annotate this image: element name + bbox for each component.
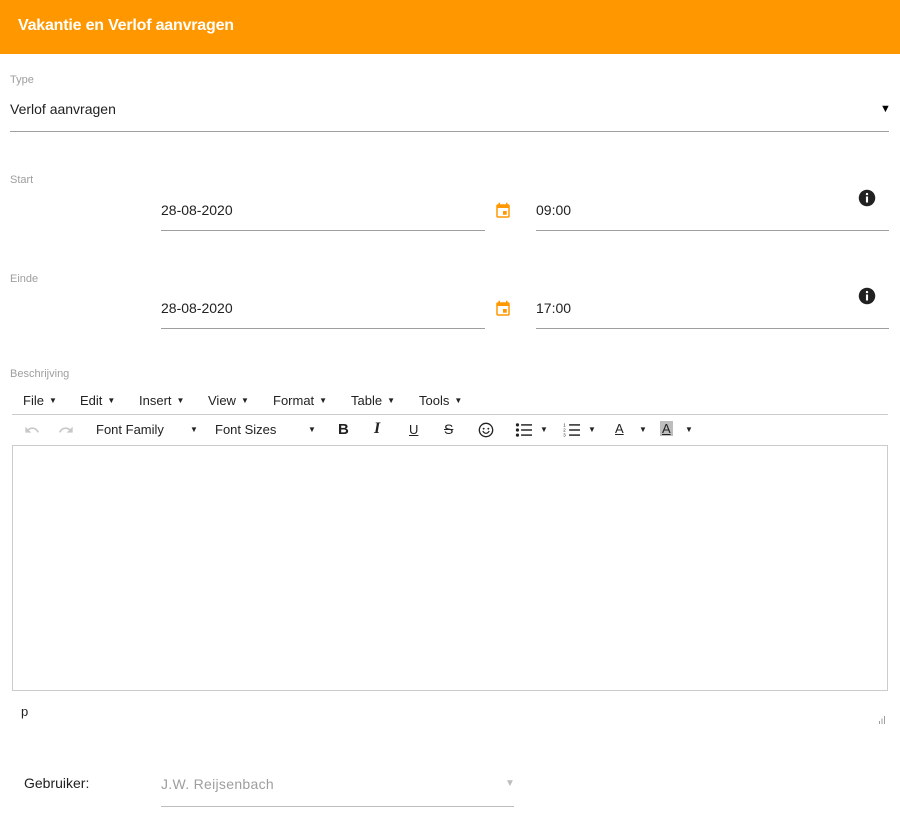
editor-menubar: File ▼ Edit ▼ Insert ▼ View ▼ Format ▼ Table ▼… <box>12 389 888 415</box>
start-time-input[interactable]: 09:00 <box>536 202 571 218</box>
end-time-underline <box>536 328 889 329</box>
end-date-underline <box>161 328 485 329</box>
chevron-down-icon[interactable]: ▼ <box>540 425 548 434</box>
user-select-value[interactable]: J.W. Reijsenbach <box>161 776 274 792</box>
menu-tools[interactable]: Tools ▼ <box>419 393 462 408</box>
font-family-select[interactable]: Font Family <box>96 422 164 437</box>
calendar-icon[interactable] <box>494 202 512 220</box>
chevron-down-icon: ▼ <box>454 396 463 405</box>
strikethrough-icon[interactable]: S <box>444 421 453 437</box>
end-date-input[interactable]: 28-08-2020 <box>161 300 233 316</box>
chevron-down-icon[interactable]: ▼ <box>190 425 198 434</box>
app-header: Vakantie en Verlof aanvragen <box>0 0 900 54</box>
numbered-list-icon[interactable]: 1 2 3 <box>563 422 581 438</box>
type-underline <box>10 131 889 132</box>
description-label: Beschrijving <box>10 368 70 380</box>
resize-handle-icon[interactable] <box>876 714 886 724</box>
menu-insert[interactable]: Insert ▼ <box>139 393 184 408</box>
type-dropdown-arrow-icon[interactable]: ▼ <box>880 103 891 115</box>
start-time-underline <box>536 230 889 231</box>
editor-toolbar: Font Family ▼ Font Sizes ▼ B I U S ▼ 1 2… <box>12 416 888 444</box>
chevron-down-icon[interactable]: ▼ <box>685 425 693 434</box>
end-label: Einde <box>10 273 39 285</box>
start-date-input[interactable]: 28-08-2020 <box>161 202 233 218</box>
info-icon[interactable] <box>858 287 876 305</box>
chevron-down-icon[interactable]: ▼ <box>588 425 596 434</box>
menu-tools-label: Tools <box>419 393 450 408</box>
menu-table-label: Table <box>351 393 383 408</box>
start-date-underline <box>161 230 485 231</box>
bullet-list-icon[interactable] <box>515 422 533 438</box>
svg-text:2: 2 <box>563 427 566 432</box>
menu-table[interactable]: Table ▼ <box>351 393 395 408</box>
info-icon[interactable] <box>858 189 876 207</box>
chevron-down-icon[interactable]: ▼ <box>308 425 316 434</box>
menu-view[interactable]: View ▼ <box>208 393 249 408</box>
menu-edit-label: Edit <box>80 393 103 408</box>
menu-view-label: View <box>208 393 236 408</box>
chevron-down-icon: ▼ <box>48 396 57 405</box>
font-sizes-select[interactable]: Font Sizes <box>215 422 276 437</box>
svg-text:3: 3 <box>563 433 566 438</box>
underline-icon[interactable]: U <box>409 422 418 437</box>
editor-element-path[interactable]: p <box>21 704 28 719</box>
menu-edit[interactable]: Edit ▼ <box>80 393 115 408</box>
user-label: Gebruiker: <box>24 775 90 791</box>
end-time-input[interactable]: 17:00 <box>536 300 571 316</box>
type-label: Type <box>10 74 34 86</box>
page-title: Vakantie en Verlof aanvragen <box>18 17 234 34</box>
menu-format[interactable]: Format ▼ <box>273 393 327 408</box>
bold-icon[interactable]: B <box>338 421 349 438</box>
rich-text-editor-area[interactable] <box>12 445 888 691</box>
redo-icon[interactable] <box>58 422 74 438</box>
italic-icon[interactable]: I <box>374 420 380 438</box>
svg-text:1: 1 <box>563 422 566 427</box>
chevron-down-icon: ▼ <box>240 396 249 405</box>
chevron-down-icon: ▼ <box>319 396 328 405</box>
chevron-down-icon: ▼ <box>176 396 185 405</box>
chevron-down-icon: ▼ <box>387 396 395 405</box>
emoji-icon[interactable] <box>478 422 494 438</box>
menu-file-label: File <box>23 393 44 408</box>
background-color-icon[interactable]: A <box>660 421 673 436</box>
menu-format-label: Format <box>273 393 315 408</box>
chevron-down-icon[interactable]: ▼ <box>639 425 647 434</box>
text-color-icon[interactable]: A <box>615 421 624 436</box>
start-label: Start <box>10 174 34 186</box>
menu-insert-label: Insert <box>139 393 172 408</box>
user-underline <box>161 806 514 807</box>
user-dropdown-arrow-icon[interactable]: ▼ <box>505 778 515 789</box>
undo-icon[interactable] <box>24 422 40 438</box>
calendar-icon[interactable] <box>494 300 512 318</box>
chevron-down-icon: ▼ <box>107 396 116 405</box>
type-select-value[interactable]: Verlof aanvragen <box>10 101 116 117</box>
menu-file[interactable]: File ▼ <box>23 393 57 408</box>
